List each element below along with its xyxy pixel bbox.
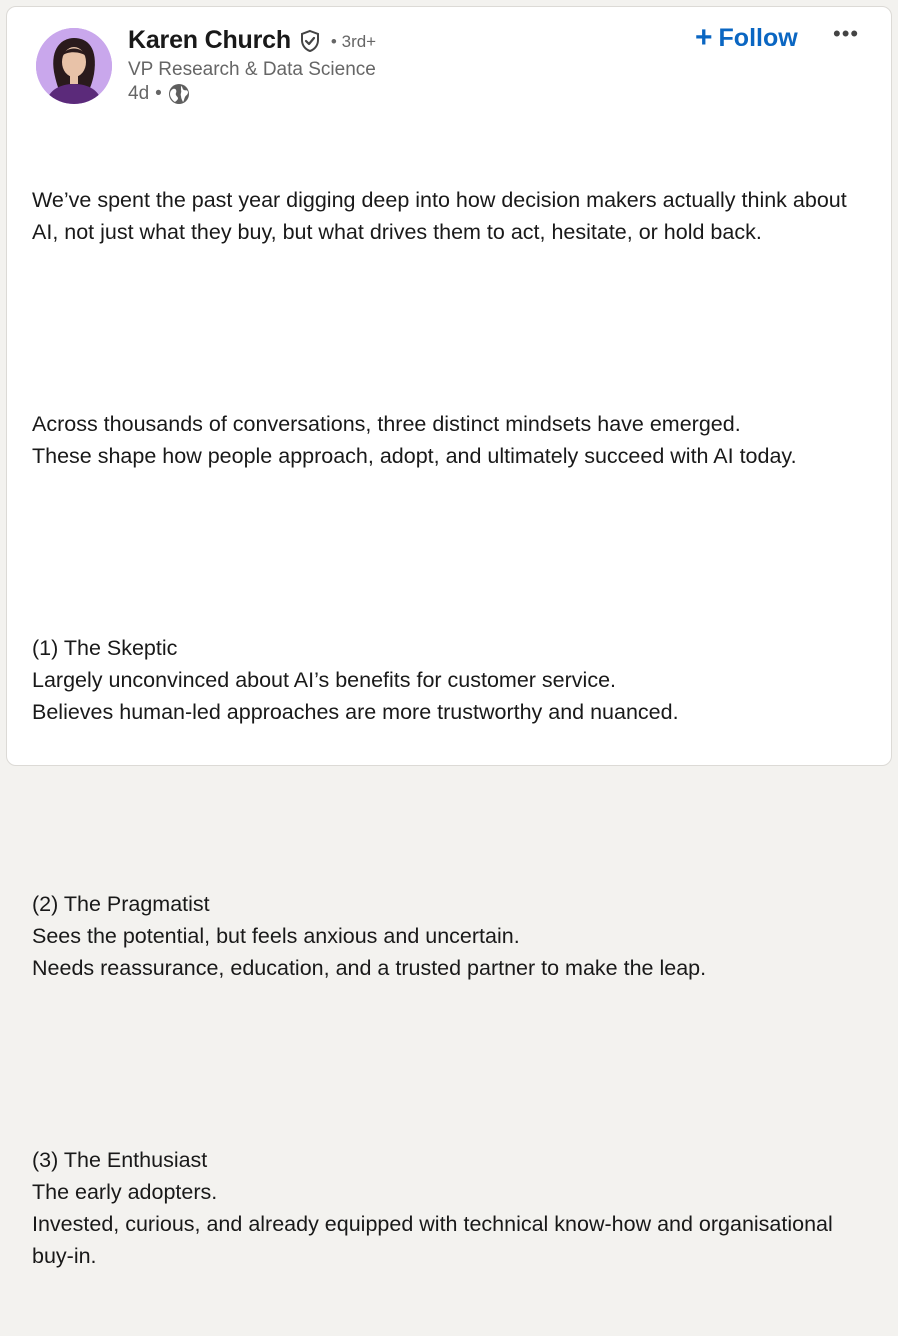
plus-icon: + (695, 21, 713, 54)
post-line: (1) The Skeptic (32, 636, 178, 660)
post-line: Needs reassurance, education, and a trus… (32, 956, 707, 980)
post-line: Across thousands of conversations, three… (32, 412, 741, 436)
post-line: Believes human-led approaches are more t… (32, 700, 679, 724)
post-line: Largely unconvinced about AI’s benefits … (32, 668, 617, 692)
post-paragraph: (2) The Pragmatist Sees the potential, b… (32, 888, 877, 984)
post-line: (3) The Enthusiast (32, 1148, 208, 1172)
post-line: These shape how people approach, adopt, … (32, 444, 797, 468)
meta-separator: • (155, 83, 162, 104)
globe-icon (168, 83, 190, 105)
profile-photo (36, 28, 112, 104)
post-meta: 4d • (128, 83, 190, 105)
follow-label: Follow (718, 23, 798, 52)
avatar[interactable] (36, 28, 112, 104)
connection-degree: • 3rd+ (330, 32, 377, 51)
post-paragraph: (3) The Enthusiast The early adopters. I… (32, 1144, 877, 1272)
post-line: Invested, curious, and already equipped … (32, 1212, 839, 1268)
post-body: We’ve spent the past year digging deep i… (32, 120, 877, 1336)
follow-button[interactable]: + Follow (695, 23, 798, 53)
post-paragraph: (1) The Skeptic Largely unconvinced abou… (32, 632, 877, 728)
post-line: We’ve spent the past year digging deep i… (32, 188, 852, 244)
post-line: Sees the potential, but feels anxious an… (32, 924, 520, 948)
post-line: (2) The Pragmatist (32, 892, 210, 916)
post-card: Karen Church • 3rd+ VP Research & Data S… (6, 6, 892, 1268)
author-headline: VP Research & Data Science (128, 59, 376, 80)
post-time: 4d (128, 83, 150, 104)
author-line: Karen Church • 3rd+ (128, 26, 376, 55)
shield-check-icon (298, 29, 322, 53)
post-paragraph: We’ve spent the past year digging deep i… (32, 184, 877, 248)
post-paragraph: Across thousands of conversations, three… (32, 408, 877, 472)
post-line: The early adopters. (32, 1180, 218, 1204)
more-horizontal-icon[interactable]: ••• (833, 21, 859, 47)
author-name[interactable]: Karen Church (128, 26, 291, 55)
degree-label: 3rd+ (341, 32, 377, 51)
